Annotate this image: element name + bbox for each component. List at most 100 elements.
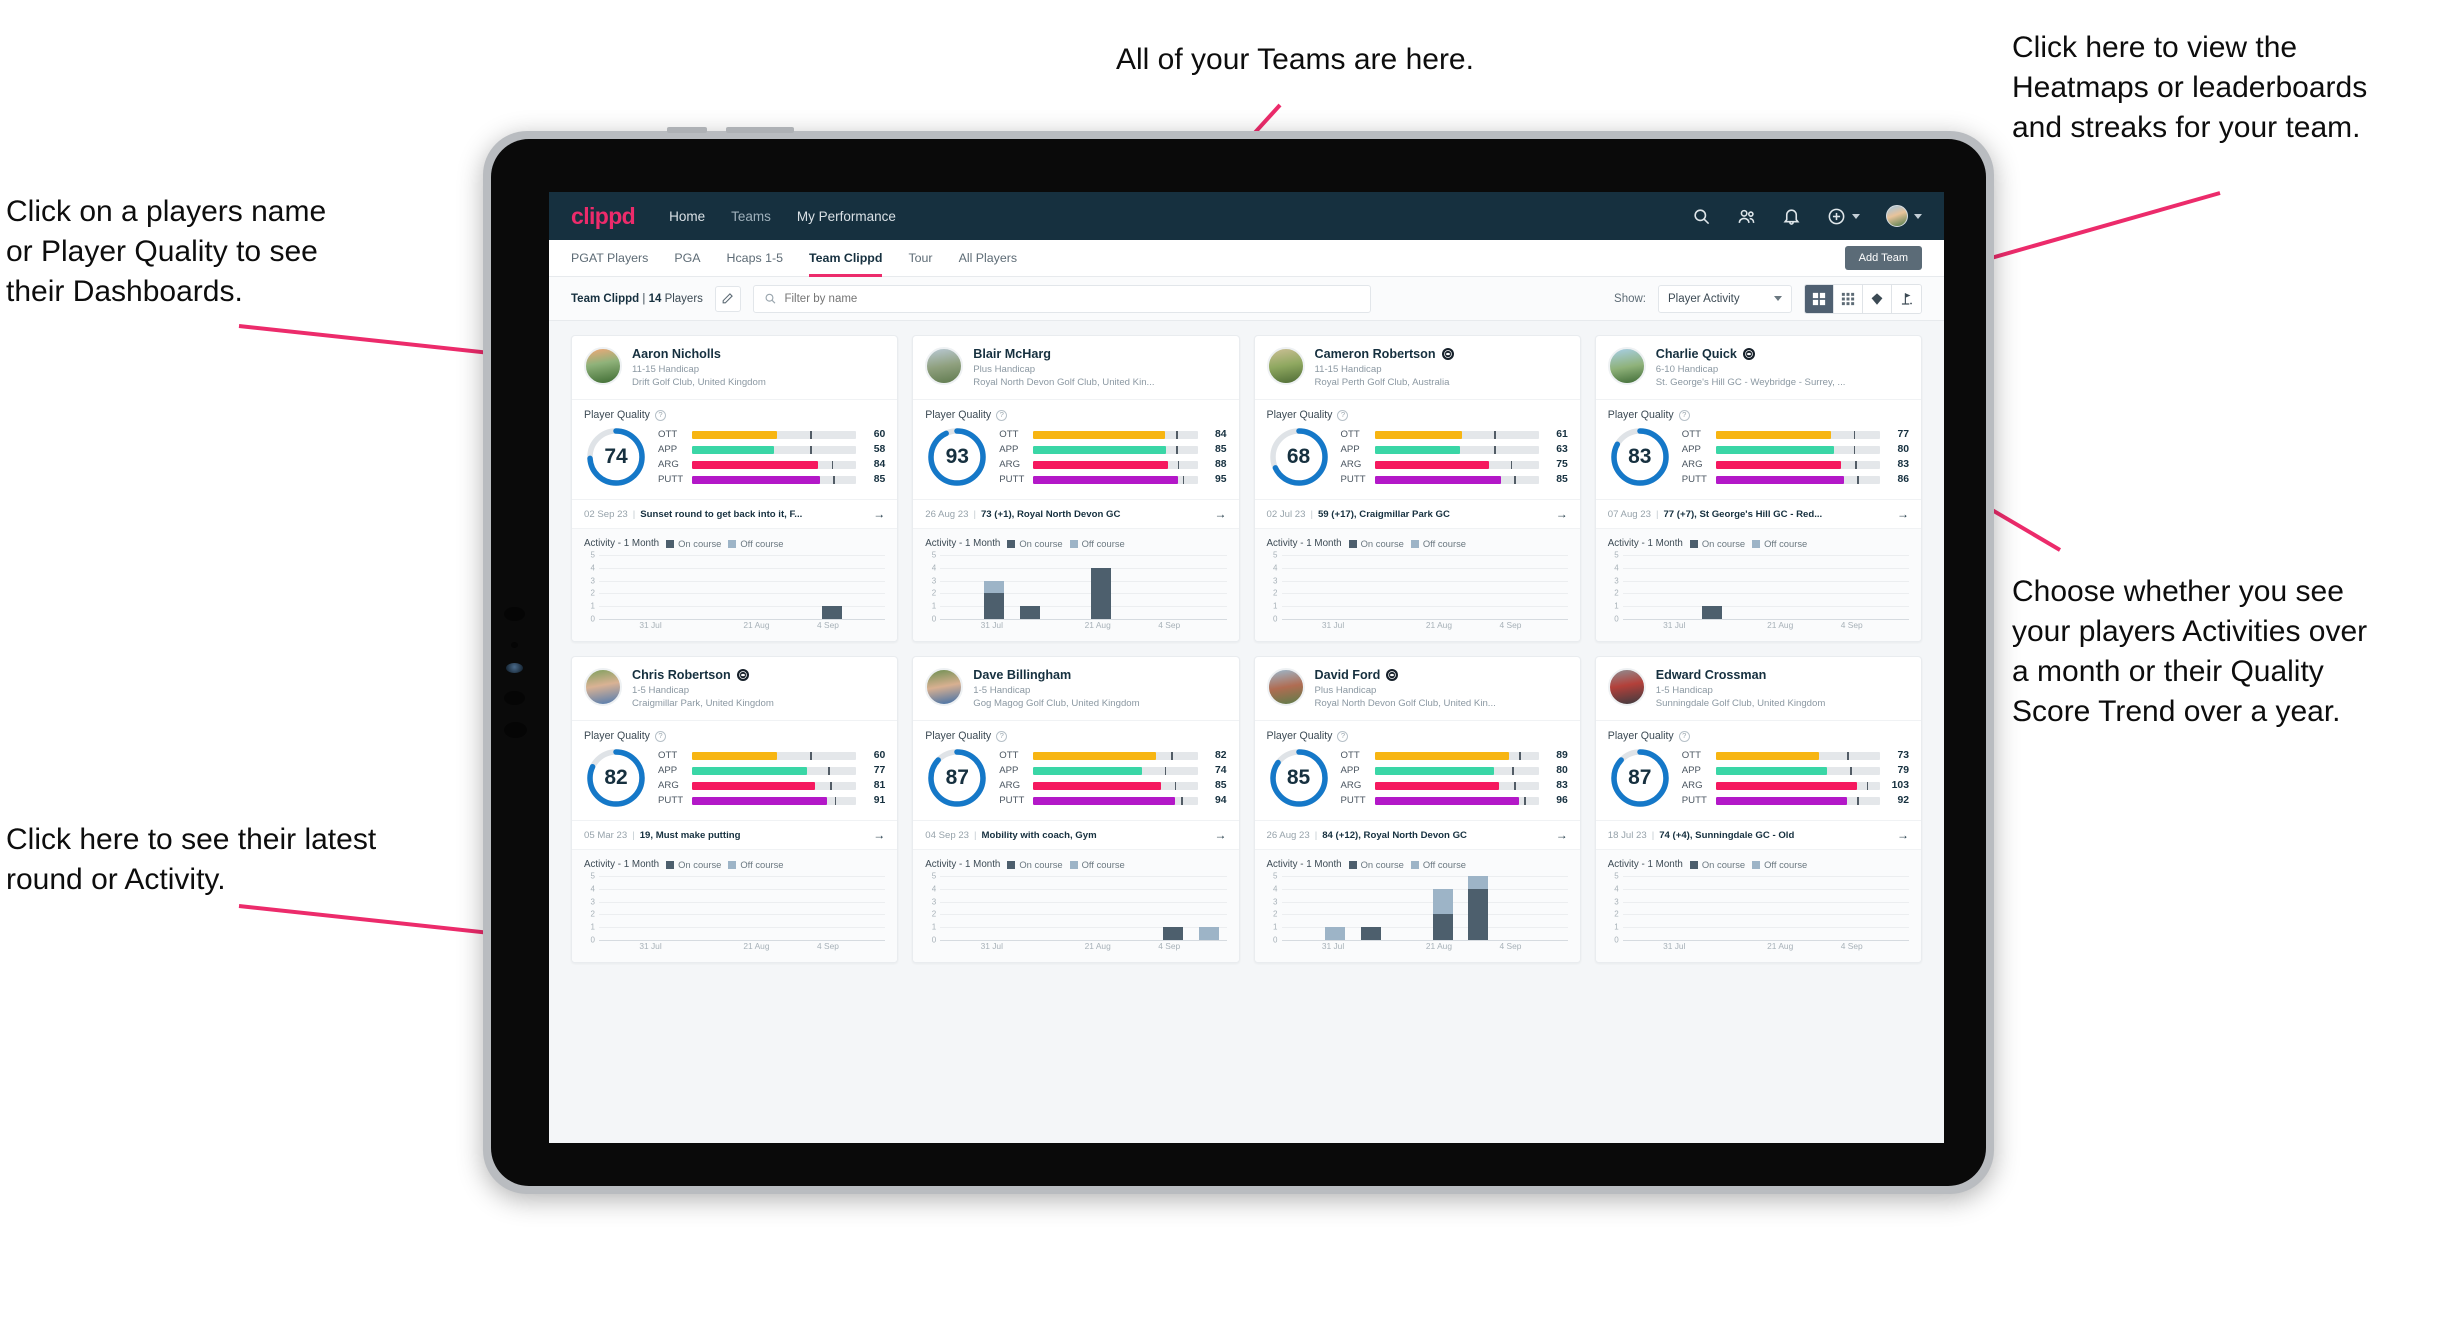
player-card-header[interactable]: Chris Robertson 1-5 Handicap Craigmillar P… [572,657,897,720]
nav-link-my-performance[interactable]: My Performance [797,209,896,224]
latest-activity-row[interactable]: 04 Sep 23 | Mobility with coach, Gym → [913,820,1239,849]
help-icon[interactable]: ? [1337,730,1349,742]
help-icon[interactable]: ? [996,409,1008,421]
player-card-header[interactable]: Aaron Nicholls 11-15 Handicap Drift Golf C… [572,336,897,399]
arrow-right-icon[interactable]: → [1556,828,1568,842]
latest-activity-row[interactable]: 26 Aug 23 | 73 (+1), Royal North Devon GC → [913,499,1239,528]
search-field-wrapper[interactable] [752,284,1371,313]
avatar[interactable] [1886,205,1908,227]
bell-icon[interactable] [1782,207,1801,226]
player-name-row[interactable]: Charlie Quick [1656,347,1846,361]
tab-team-clippd[interactable]: Team Clippd [809,240,883,277]
player-name[interactable]: Aaron Nicholls [632,347,721,361]
clippd-logo[interactable]: clippd [571,203,636,230]
player-card[interactable]: Blair McHarg Plus Handicap Royal North Dev… [912,335,1240,642]
player-name[interactable]: Cameron Robertson [1315,347,1436,361]
player-quality-section[interactable]: Player Quality? 93 OTT 84 APP 85 ARG 88 PUTT 95 [913,399,1239,499]
chevron-down-icon[interactable] [1914,213,1922,219]
arrow-right-icon[interactable]: → [1215,507,1227,521]
edit-team-button[interactable] [714,285,741,312]
help-icon[interactable]: ? [1337,409,1349,421]
player-card[interactable]: Edward Crossman 1-5 Handicap Sunningdale G… [1594,656,1922,963]
tab-tour[interactable]: Tour [908,240,932,277]
player-card[interactable]: Aaron Nicholls 11-15 Handicap Drift Golf C… [571,335,899,642]
player-name-row[interactable]: Blair McHarg [973,347,1154,361]
arrow-right-icon[interactable]: → [1897,507,1909,521]
plus-circle-icon[interactable] [1827,207,1846,226]
player-card[interactable]: David Ford Plus Handicap Royal North Devon… [1253,656,1581,963]
tab-all-players[interactable]: All Players [959,240,1018,277]
arrow-right-icon[interactable]: → [1897,828,1909,842]
latest-activity-row[interactable]: 02 Jul 23 | 59 (+17), Craigmillar Park GC → [1254,499,1580,528]
player-name[interactable]: Dave Billingham [973,668,1071,682]
arrow-right-icon[interactable]: → [1556,507,1568,521]
player-card-header[interactable]: David Ford Plus Handicap Royal North Devon… [1255,657,1580,720]
grid-dense-view-button[interactable] [1834,284,1863,313]
latest-activity-row[interactable]: 02 Sep 23 | Sunset round to get back into … [572,499,898,528]
chevron-down-icon[interactable] [1852,213,1860,219]
player-name[interactable]: Edward Crossman [1656,668,1767,682]
plus-circle-menu[interactable] [1827,207,1860,226]
search-input[interactable] [784,292,1360,305]
help-icon[interactable]: ? [1678,730,1690,742]
tab-pgat-players[interactable]: PGAT Players [571,240,648,277]
player-card-header[interactable]: Edward Crossman 1-5 Handicap Sunningdale G… [1596,657,1921,720]
player-name[interactable]: Charlie Quick [1656,347,1737,361]
latest-activity-row[interactable]: 05 Mar 23 | 19, Must make putting → [572,820,898,849]
player-card[interactable]: Charlie Quick 6-10 Handicap St. George's H… [1594,335,1922,642]
player-quality-section[interactable]: Player Quality? 82 OTT 60 APP 77 ARG 81 PUTT 91 [572,720,898,820]
help-icon[interactable]: ? [996,730,1008,742]
nav-link-teams[interactable]: Teams [731,209,771,224]
tab-pga[interactable]: PGA [674,240,700,277]
latest-activity-row[interactable]: 18 Jul 23 | 74 (+4), Sunningdale GC - Old → [1595,820,1921,849]
nav-link-home[interactable]: Home [669,209,705,224]
arrow-right-icon[interactable]: → [873,507,885,521]
player-name-row[interactable]: Aaron Nicholls [632,347,766,361]
player-name-row[interactable]: Chris Robertson [632,668,774,682]
player-card[interactable]: Cameron Robertson 11-15 Handicap Royal Per… [1253,335,1581,642]
add-team-button[interactable]: Add Team [1844,246,1922,270]
avatar[interactable] [584,668,622,706]
avatar[interactable] [1266,668,1305,706]
tab-hcaps-1-5[interactable]: Hcaps 1-5 [727,240,783,277]
latest-activity-row[interactable]: 26 Aug 23 | 84 (+12), Royal North Devon GC… [1254,820,1580,849]
help-icon[interactable]: ? [654,409,666,421]
player-name-row[interactable]: Edward Crossman [1656,668,1826,682]
player-card-header[interactable]: Charlie Quick 6-10 Handicap St. George's H… [1596,336,1921,399]
show-select[interactable]: Player Activity [1658,284,1792,313]
avatar[interactable] [1607,668,1646,706]
player-name-row[interactable]: Dave Billingham [973,668,1139,682]
player-card[interactable]: Dave Billingham 1-5 Handicap Gog Magog Gol… [912,656,1240,963]
player-quality-section[interactable]: Player Quality? 85 OTT 89 APP 80 ARG 83 PUTT 96 [1254,720,1580,820]
player-card-header[interactable]: Dave Billingham 1-5 Handicap Gog Magog Gol… [913,657,1238,720]
player-name[interactable]: Blair McHarg [973,347,1051,361]
player-quality-section[interactable]: Player Quality? 87 OTT 73 APP 79 ARG 103 PUTT 92 [1595,720,1921,820]
player-quality-section[interactable]: Player Quality? 83 OTT 77 APP 80 ARG 83 PUTT 86 [1595,399,1921,499]
player-name-row[interactable]: Cameron Robertson [1315,347,1454,361]
avatar[interactable] [1266,347,1305,385]
latest-activity-row[interactable]: 07 Aug 23 | 77 (+7), St George's Hill GC -… [1595,499,1921,528]
player-name[interactable]: David Ford [1315,668,1381,682]
help-icon[interactable]: ? [654,730,666,742]
avatar[interactable] [925,668,964,706]
avatar[interactable] [584,347,622,385]
search-icon[interactable] [1692,207,1711,226]
player-quality-section[interactable]: Player Quality? 74 OTT 60 APP 58 ARG 84 PUTT 85 [572,399,898,499]
people-icon[interactable] [1737,207,1756,226]
help-icon[interactable]: ? [1678,409,1690,421]
arrow-right-icon[interactable]: → [873,828,885,842]
heatmap-view-button[interactable] [1863,284,1892,313]
player-card[interactable]: Chris Robertson 1-5 Handicap Craigmillar P… [571,656,899,963]
avatar[interactable] [925,347,964,385]
player-card-header[interactable]: Blair McHarg Plus Handicap Royal North Dev… [913,336,1238,399]
avatar[interactable] [1607,347,1646,385]
account-menu[interactable] [1886,205,1922,227]
player-quality-section[interactable]: Player Quality? 87 OTT 82 APP 74 ARG 85 PUTT 94 [913,720,1239,820]
arrow-right-icon[interactable]: → [1215,828,1227,842]
player-card-header[interactable]: Cameron Robertson 11-15 Handicap Royal Per… [1255,336,1580,399]
player-name[interactable]: Chris Robertson [632,668,731,682]
player-name-row[interactable]: David Ford [1315,668,1496,682]
player-quality-section[interactable]: Player Quality? 68 OTT 61 APP 63 ARG 75 PUTT 85 [1254,399,1580,499]
grid-large-view-button[interactable] [1805,284,1834,313]
leaderboard-view-button[interactable] [1892,284,1921,313]
